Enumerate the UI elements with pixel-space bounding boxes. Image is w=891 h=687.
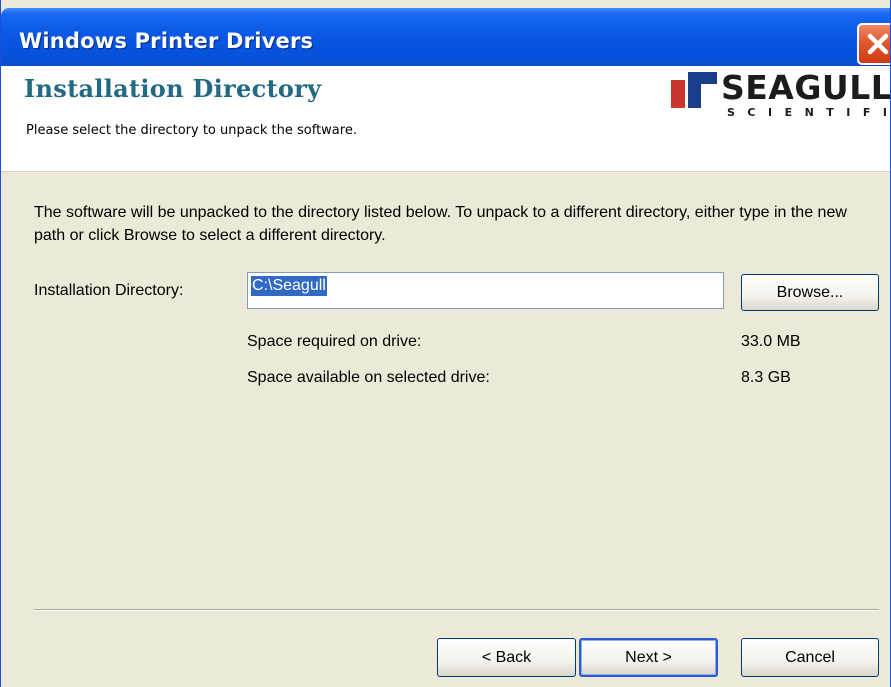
page-title: Installation Directory [24, 74, 322, 103]
footer-divider [34, 609, 879, 611]
wizard-header: Installation Directory Please select the… [1, 66, 891, 172]
close-icon [867, 33, 889, 55]
seagull-logo: SEAGULL SCIENTIFIC [669, 66, 891, 126]
space-available-value: 8.3 GB [741, 369, 791, 386]
close-button[interactable] [857, 23, 890, 65]
page-subtitle: Please select the directory to unpack th… [26, 123, 357, 138]
installer-window: Windows Printer Drivers Installation Dir… [0, 0, 891, 687]
space-available-label: Space available on selected drive: [247, 369, 490, 386]
space-required-value: 33.0 MB [741, 333, 801, 350]
browse-button[interactable]: Browse... [741, 274, 879, 311]
cancel-button[interactable]: Cancel [741, 638, 879, 677]
logo-subtext: SCIENTIFIC [727, 106, 890, 119]
instructions-text: The software will be unpacked to the dir… [34, 204, 847, 244]
space-required-label: Space required on drive: [247, 333, 422, 350]
title-bar[interactable]: Windows Printer Drivers [1, 8, 890, 66]
next-button[interactable]: Next > [579, 638, 718, 677]
logo-wordmark: SEAGULL [721, 68, 891, 107]
seagull-logo-icon [671, 72, 717, 108]
directory-input-value: C:\Seagull [251, 276, 327, 296]
back-button[interactable]: < Back [437, 638, 576, 677]
window-title: Windows Printer Drivers [19, 29, 314, 53]
installation-directory-input[interactable]: C:\Seagull [247, 272, 724, 309]
installation-directory-label: Installation Directory: [34, 282, 184, 299]
